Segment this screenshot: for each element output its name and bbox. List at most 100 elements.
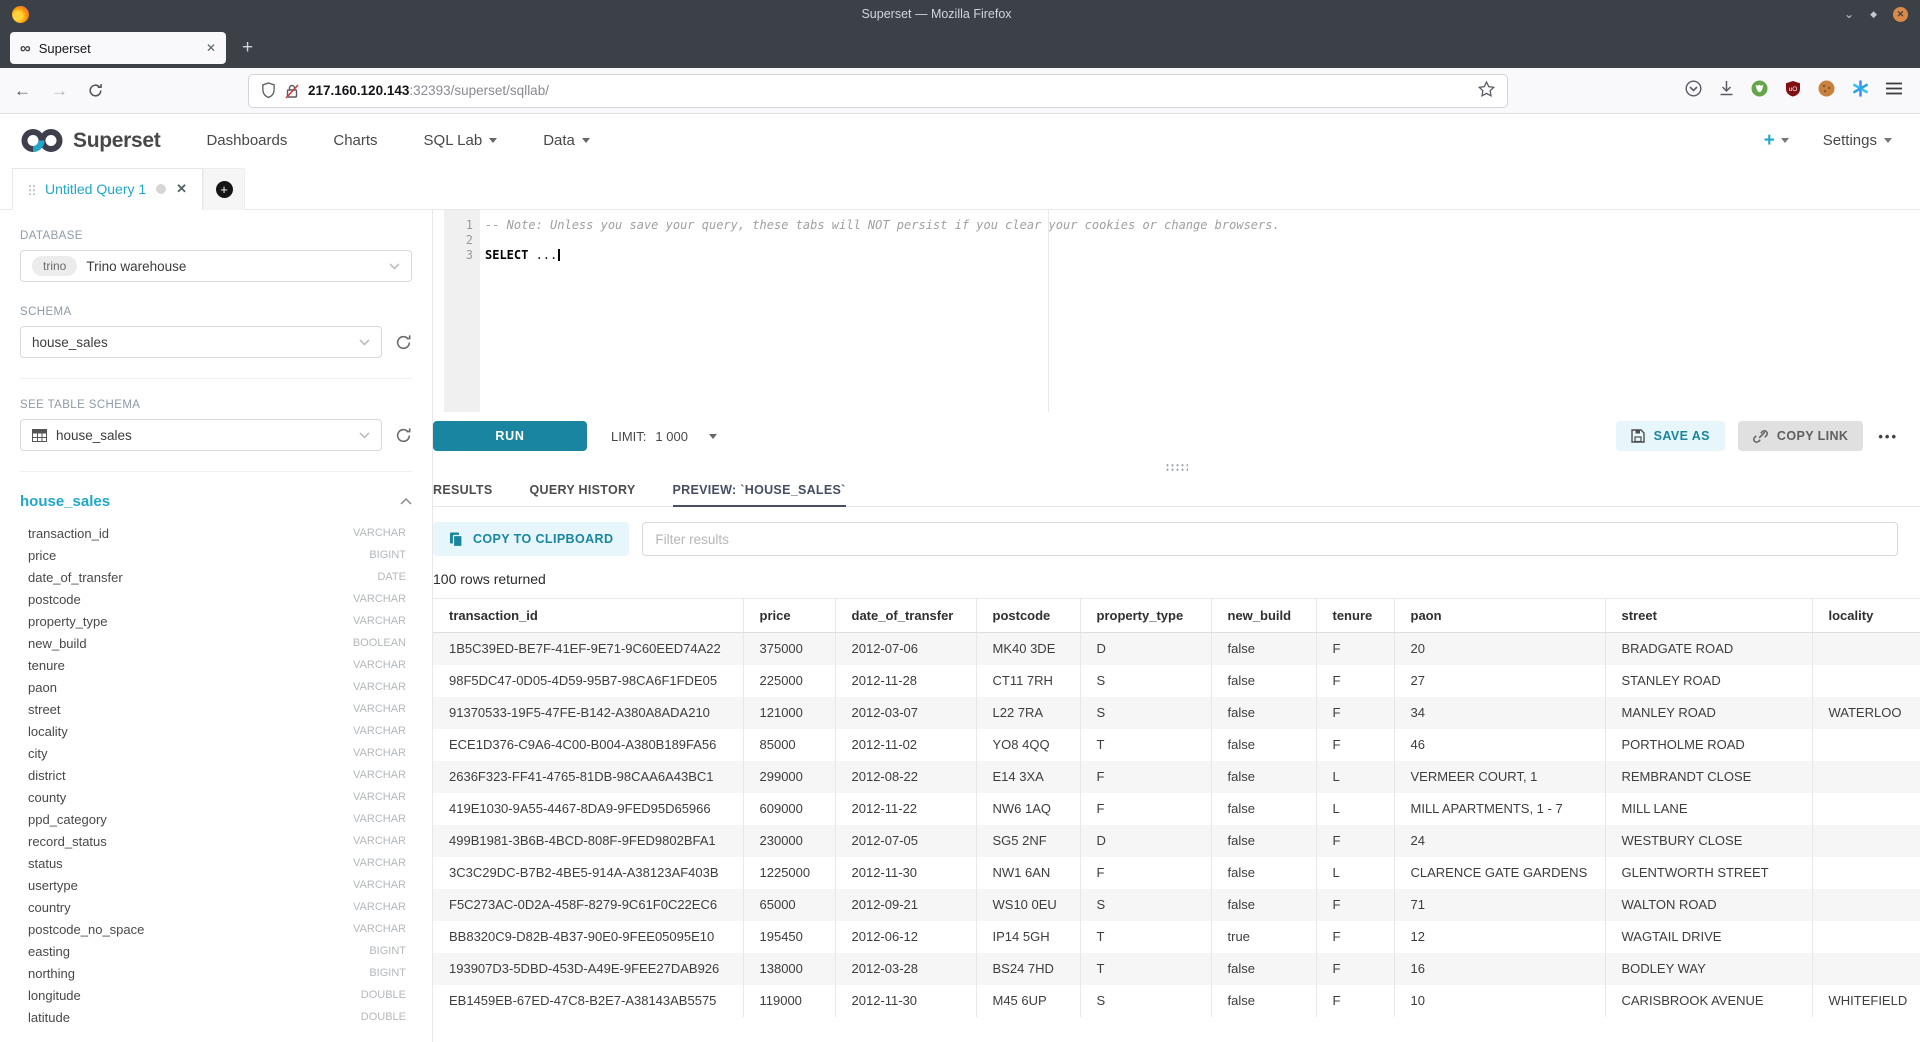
window-maximize-button[interactable]: ◆ — [1870, 10, 1877, 19]
sql-keyword: SELECT — [485, 248, 528, 262]
table-cell — [1812, 633, 1920, 665]
table-row[interactable]: 2636F323-FF41-4765-81DB-98CAA6A43BC12990… — [433, 761, 1920, 793]
table-row[interactable]: BB8320C9-D82B-4B37-90E0-9FEE05095E101954… — [433, 921, 1920, 953]
pane-splitter[interactable] — [433, 460, 1920, 474]
table-cell: BS24 7HD — [976, 953, 1080, 985]
bookmark-star-icon[interactable] — [1478, 81, 1495, 100]
window-minimize-button[interactable]: ⌄ — [1844, 8, 1854, 20]
superset-logo[interactable]: Superset — [20, 127, 160, 154]
table-row[interactable]: 419E1030-9A55-4467-8DA9-9FED95D659666090… — [433, 793, 1920, 825]
extension-mask-icon[interactable] — [1751, 80, 1768, 102]
database-select[interactable]: trino Trino warehouse — [20, 250, 412, 282]
window-titlebar: Superset — Mozilla Firefox ⌄ ◆ ✕ — [0, 0, 1920, 28]
table-row[interactable]: 193907D3-5DBD-453D-A49E-9FEE27DAB9261380… — [433, 953, 1920, 985]
column-header-paon[interactable]: paon — [1394, 599, 1605, 633]
more-options-button[interactable]: ••• — [1878, 429, 1898, 444]
table-schema-title[interactable]: house_sales — [20, 493, 110, 510]
column-header-new-build[interactable]: new_build — [1211, 599, 1316, 633]
drag-handle-icon[interactable] — [28, 184, 35, 195]
table-row[interactable]: F5C273AC-0D2A-458F-8279-9C61F0C22EC66500… — [433, 889, 1920, 921]
nav-item-data[interactable]: Data — [543, 132, 590, 149]
refresh-tables-button[interactable] — [395, 427, 412, 444]
column-type: VARCHAR — [353, 857, 406, 869]
column-header-tenure[interactable]: tenure — [1316, 599, 1394, 633]
limit-dropdown[interactable]: LIMIT: 1 000 — [611, 429, 717, 444]
column-header-street[interactable]: street — [1605, 599, 1812, 633]
table-row[interactable]: ECE1D376-C9A6-4C00-B004-A380B189FA568500… — [433, 729, 1920, 761]
results-tab-preview-house-sales[interactable]: PREVIEW: `HOUSE_SALES` — [673, 474, 846, 507]
table-cell: 2012-03-07 — [835, 697, 976, 729]
insecure-lock-icon[interactable] — [285, 83, 299, 99]
column-header-date-of-transfer[interactable]: date_of_transfer — [835, 599, 976, 633]
table-cell: WS10 0EU — [976, 889, 1080, 921]
column-type: VARCHAR — [353, 769, 406, 781]
table-cell: F — [1080, 857, 1211, 889]
chevron-down-icon — [359, 339, 370, 346]
table-select-value: house_sales — [56, 428, 132, 443]
schema-select[interactable]: house_sales — [20, 326, 382, 358]
results-table-container[interactable]: transaction_idpricedate_of_transferpostc… — [433, 598, 1920, 1042]
collapse-table-button[interactable] — [400, 492, 412, 510]
reload-button[interactable] — [88, 83, 103, 98]
schema-select-value: house_sales — [32, 335, 108, 350]
table-row[interactable]: 3C3C29DC-B7B2-4BE5-914A-A38123AF403B1225… — [433, 857, 1920, 889]
column-name: county — [28, 790, 66, 805]
sparkle-extension-icon[interactable] — [1852, 80, 1869, 102]
results-tab-results[interactable]: RESULTS — [433, 474, 493, 507]
url-text: 217.160.120.143:32393/superset/sqllab/ — [308, 83, 549, 98]
table-select[interactable]: house_sales — [20, 419, 382, 451]
table-row[interactable]: 1B5C39ED-BE7F-41EF-9E71-9C60EED74A223750… — [433, 633, 1920, 665]
settings-menu[interactable]: Settings — [1823, 132, 1892, 149]
table-row[interactable]: 91370533-19F5-47FE-B142-A380A8ADA2101210… — [433, 697, 1920, 729]
copy-to-clipboard-button[interactable]: COPY TO CLIPBOARD — [433, 522, 629, 556]
table-row[interactable]: 98F5DC47-0D05-4D59-95B7-98CA6F1FDE052250… — [433, 665, 1920, 697]
column-type: VARCHAR — [353, 593, 406, 605]
column-header-price[interactable]: price — [743, 599, 835, 633]
table-cell: L — [1316, 857, 1394, 889]
row-count-text: 100 rows returned — [433, 571, 1920, 587]
table-cell: false — [1211, 761, 1316, 793]
nav-item-charts[interactable]: Charts — [333, 132, 377, 149]
nav-item-sql-lab[interactable]: SQL Lab — [424, 132, 498, 149]
window-close-button[interactable]: ✕ — [1893, 7, 1908, 22]
forward-button[interactable]: → — [51, 82, 68, 99]
filter-results-input[interactable] — [642, 522, 1898, 556]
table-row[interactable]: 499B1981-3B6B-4BCD-808F-9FED9802BFA12300… — [433, 825, 1920, 857]
tab-close-icon[interactable]: ✕ — [206, 41, 216, 55]
new-item-button[interactable]: + — [1764, 130, 1789, 152]
pocket-icon[interactable] — [1685, 80, 1702, 102]
refresh-schemas-button[interactable] — [395, 334, 412, 351]
ublock-shield-icon[interactable]: uO — [1785, 80, 1801, 102]
save-as-button[interactable]: SAVE AS — [1616, 421, 1725, 451]
column-header-property-type[interactable]: property_type — [1080, 599, 1211, 633]
column-header-locality[interactable]: locality — [1812, 599, 1920, 633]
back-button[interactable]: ← — [14, 82, 31, 99]
query-tab-close-icon[interactable]: ✕ — [176, 181, 187, 197]
line-number: 1 — [444, 218, 473, 233]
url-bar[interactable]: 217.160.120.143:32393/superset/sqllab/ — [249, 75, 1507, 107]
results-tab-query-history[interactable]: QUERY HISTORY — [530, 474, 636, 507]
menu-hamburger-icon[interactable] — [1886, 82, 1902, 100]
schema-column-row-ppd-category: ppd_categoryVARCHAR — [28, 808, 406, 830]
new-tab-button[interactable]: + — [242, 37, 253, 59]
query-tab-bar: Untitled Query 1 ✕ + — [0, 167, 1920, 210]
table-cell: EB1459EB-67ED-47C8-B2E7-A38143AB5575 — [433, 985, 743, 1017]
downloads-icon[interactable] — [1719, 80, 1734, 101]
run-button[interactable]: RUN — [433, 421, 587, 451]
cookie-icon[interactable] — [1818, 80, 1835, 102]
column-header-postcode[interactable]: postcode — [976, 599, 1080, 633]
sql-editor[interactable]: 1 2 3 -- Note: Unless you save your quer… — [433, 210, 1920, 412]
nav-item-dashboards[interactable]: Dashboards — [206, 132, 287, 149]
column-type: VARCHAR — [353, 681, 406, 693]
editor-code-area[interactable]: -- Note: Unless you save your query, the… — [480, 210, 1920, 412]
query-tab-untitled-query-1[interactable]: Untitled Query 1 ✕ — [12, 168, 203, 210]
table-cell: 2012-08-22 — [835, 761, 976, 793]
browser-tab[interactable]: ∞ Superset ✕ — [10, 32, 226, 64]
copy-link-button[interactable]: COPY LINK — [1738, 421, 1863, 451]
add-query-tab-button[interactable]: + — [203, 168, 245, 210]
tracking-shield-icon[interactable] — [261, 82, 276, 99]
column-header-transaction-id[interactable]: transaction_id — [433, 599, 743, 633]
window-title: Superset — Mozilla Firefox — [29, 7, 1844, 21]
table-cell — [1812, 729, 1920, 761]
table-row[interactable]: EB1459EB-67ED-47C8-B2E7-A38143AB55751190… — [433, 985, 1920, 1017]
